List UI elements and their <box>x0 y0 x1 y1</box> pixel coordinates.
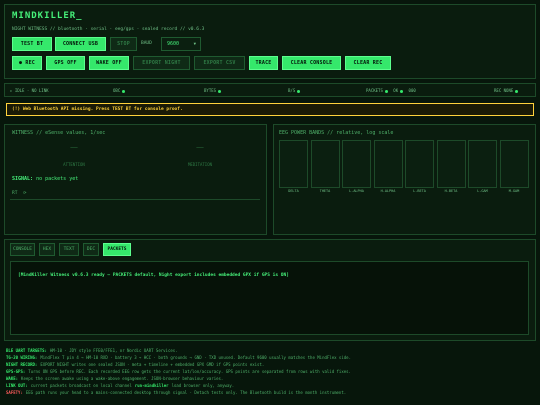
rec-status: REC NONE <box>494 88 519 93</box>
meditation-label: MEDITATION <box>187 162 213 167</box>
footer-line: LINK OUT: current packets broadcast on lo… <box>6 383 234 388</box>
eeg-band-label: L-BETA <box>413 189 426 193</box>
obc-indicator: OBC <box>113 88 126 93</box>
eeg-band-bar <box>468 140 497 188</box>
app-subtitle: NIGHT WITNESS // bluetooth · serial · ee… <box>12 27 205 32</box>
witness-divider <box>10 199 260 200</box>
baud-label: BAUD <box>141 41 152 46</box>
attention-label: ATTENTION <box>63 162 85 167</box>
eeg-band-bar <box>310 140 340 188</box>
test-bt-button[interactable]: TEST BT <box>12 37 52 51</box>
witness-title: WITNESS // eSense values, 1/sec <box>12 130 106 136</box>
footer-line: SAFETY: EEG path runs your head to a main… <box>6 390 346 395</box>
bluetooth-warning: (!) Web Bluetooth API missing. Press TES… <box>6 103 534 116</box>
wake-toggle-button[interactable]: WAKE OFF <box>89 56 129 70</box>
tab-packets[interactable]: PACKETS <box>103 243 131 256</box>
eeg-band-label: M-GAM <box>508 189 520 193</box>
signal-value: no packets yet <box>36 176 79 182</box>
console-output: [MindKiller Witness v0.6.3 ready — PACKE… <box>10 261 529 335</box>
bs-dot-icon <box>297 89 301 93</box>
obc-dot-icon <box>122 89 126 93</box>
eeg-band-label: DELTA <box>288 189 299 193</box>
stop-button[interactable]: STOP <box>110 37 137 51</box>
eeg-band-bar <box>436 140 466 188</box>
baud-select[interactable]: 9600 ▼ <box>161 37 201 51</box>
ok-label: OK <box>393 88 399 93</box>
eeg-band-bar <box>279 140 308 188</box>
bs-label: B/S <box>288 88 296 93</box>
baud-value: 9600 <box>167 41 180 47</box>
meditation-value: —— <box>196 144 204 151</box>
tab-hex[interactable]: HEX <box>39 243 55 256</box>
footer-key: LINK OUT: <box>6 383 28 388</box>
footer-text: MindFlex T pin 4 → HM-10 RXD · battery 3… <box>40 355 351 360</box>
tab-dec[interactable]: DEC <box>83 243 99 256</box>
status-bar <box>4 83 536 97</box>
eeg-band-label: L-ALPHA <box>349 189 364 193</box>
footer-line: BLE UART TARGETS: HM-10 · JDY style FFE0/… <box>6 348 178 353</box>
footer-key: NIGHT RECORD: <box>6 362 38 367</box>
console-text: [MindKiller Witness v0.6.3 ready — PACKE… <box>18 273 289 278</box>
footer-key: WAKE: <box>6 376 19 381</box>
footer-text: HM-10 · JDY style FFE0/FFE1, or Nordic U… <box>49 348 178 353</box>
eeg-band-label: H-ALPHA <box>380 189 396 193</box>
eeg-band-label: H-BETA <box>444 189 458 193</box>
bytes-indicator: BYTES <box>204 88 222 93</box>
tab-text[interactable]: TEXT <box>59 243 79 256</box>
footer-line: WAKE: Keeps the screen awake using a wake… <box>6 376 223 381</box>
signal-label: SIGNAL: <box>12 176 34 182</box>
eeg-title: EEG POWER BANDS // relative, log scale <box>279 130 394 136</box>
export-csv-button[interactable]: EXPORT CSV <box>194 56 245 70</box>
eeg-band-label: THETA <box>319 189 331 193</box>
footer-text: EXPORT NIGHT writes one sealed JSON · me… <box>40 362 265 367</box>
link-status: ▸ IDLE · NO LINK <box>10 88 49 93</box>
footer-text: EEG path runs your head to a mains-conne… <box>25 390 347 395</box>
trace-button[interactable]: TRACE <box>249 56 278 70</box>
rate-value: 000 <box>408 88 416 93</box>
rt-icon: ⟳ <box>23 190 27 195</box>
signal-row: SIGNAL: no packets yet <box>12 176 78 182</box>
export-night-button[interactable]: EXPORT NIGHT <box>133 56 190 70</box>
footer-text: current packets broadcast on local chann… <box>30 383 132 388</box>
app-title: MINDKILLER_ <box>12 11 83 21</box>
footer-line: TG-20 WIRING: MindFlex T pin 4 → HM-10 RX… <box>6 355 351 360</box>
clear-rec-button[interactable]: CLEAR REC <box>345 56 391 70</box>
rec-dot-icon <box>515 89 519 93</box>
tab-console[interactable]: CONSOLE <box>10 243 35 256</box>
footer-key: TG-20 WIRING: <box>6 355 38 360</box>
eeg-band-bar <box>499 140 529 188</box>
bs-indicator: B/S <box>288 88 301 93</box>
footer-line: GPS-GPS: Turns ON GPS before REC. Each re… <box>6 369 351 374</box>
footer-key: BLE UART TARGETS: <box>6 348 47 353</box>
attention-value: —— <box>70 144 78 151</box>
packets-label: PACKETS <box>366 88 383 93</box>
rec-button[interactable]: ● REC <box>12 56 42 70</box>
warning-text: (!) Web Bluetooth API missing. Press TES… <box>12 107 183 112</box>
bytes-label: BYTES <box>204 88 217 93</box>
eeg-band-label: L-GAM <box>477 189 488 193</box>
eeg-band-bar <box>405 140 434 188</box>
eeg-band-bar <box>342 140 371 188</box>
rec-status-label: REC NONE <box>494 88 514 93</box>
footer-strong: run-mindkiller <box>134 383 169 388</box>
footer-key: GPS-GPS: <box>6 369 26 374</box>
clear-console-button[interactable]: CLEAR CONSOLE <box>282 56 341 70</box>
bytes-dot-icon <box>218 89 222 93</box>
footer-text: Keeps the screen awake using a wake-abov… <box>21 376 224 381</box>
rt-row: RT ⟳ <box>12 190 27 196</box>
footer-line: NIGHT RECORD: EXPORT NIGHT writes one sea… <box>6 362 264 367</box>
packets-indicator: PACKETS OK 000 <box>366 88 416 93</box>
packets-dot-icon <box>384 89 388 93</box>
obc-label: OBC <box>113 88 121 93</box>
gps-toggle-button[interactable]: GPS OFF <box>46 56 85 70</box>
rt-label: RT <box>12 191 18 196</box>
connect-usb-button[interactable]: CONNECT USB <box>55 37 106 51</box>
footer-key: SAFETY: <box>6 390 23 395</box>
ok-dot-icon <box>400 89 404 93</box>
footer-text: Turns ON GPS before REC. Each recorded E… <box>28 369 351 374</box>
chevron-down-icon: ▼ <box>193 41 196 46</box>
footer-tail: load browser only, anyway. <box>171 383 235 388</box>
eeg-band-bar <box>373 140 403 188</box>
